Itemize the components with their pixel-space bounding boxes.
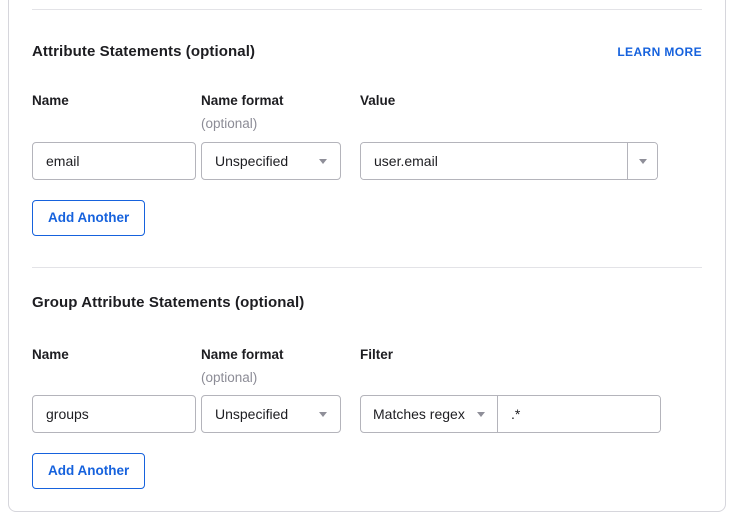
chevron-down-icon: [319, 412, 327, 417]
section-divider: [32, 267, 702, 268]
section-divider: [32, 9, 702, 10]
settings-page: Attribute Statements (optional) LEARN MO…: [0, 0, 737, 530]
attribute-name-input[interactable]: [32, 142, 196, 180]
attribute-value-dropdown-button[interactable]: [627, 143, 657, 179]
group-attribute-name-format-selected: Unspecified: [215, 406, 288, 422]
group-attribute-filter-combo: Matches regex: [360, 395, 661, 433]
attribute-value-input[interactable]: [361, 143, 627, 179]
attribute-labels-row: Name Name format (optional) Value: [32, 93, 702, 132]
learn-more-link[interactable]: LEARN MORE: [617, 42, 702, 62]
group-attribute-labels-row: Name Name format (optional) Filter: [32, 347, 702, 386]
group-attribute-statements-section: Group Attribute Statements (optional) Na…: [9, 293, 725, 489]
chevron-down-icon: [319, 159, 327, 164]
name-format-column-label: Name format: [201, 93, 341, 109]
group-attribute-statements-heading: Group Attribute Statements (optional): [32, 293, 304, 313]
group-attribute-name-format-select[interactable]: Unspecified: [201, 395, 341, 433]
chevron-down-icon: [477, 412, 485, 417]
attribute-value-combo: [360, 142, 658, 180]
attribute-name-format-select[interactable]: Unspecified: [201, 142, 341, 180]
name-format-optional-label: (optional): [201, 370, 341, 386]
name-column-label: Name: [32, 347, 196, 363]
attribute-statements-section: Attribute Statements (optional) LEARN MO…: [9, 42, 725, 236]
group-attribute-filter-type-selected: Matches regex: [373, 406, 465, 422]
attribute-statements-heading: Attribute Statements (optional): [32, 42, 255, 62]
group-attribute-filter-type-select[interactable]: Matches regex: [361, 396, 498, 432]
value-column-label: Value: [360, 93, 395, 109]
name-column-label: Name: [32, 93, 196, 109]
attribute-name-format-selected: Unspecified: [215, 153, 288, 169]
group-attribute-filter-expression-input[interactable]: [498, 396, 661, 432]
add-another-attribute-button[interactable]: Add Another: [32, 200, 145, 236]
add-another-group-attribute-button[interactable]: Add Another: [32, 453, 145, 489]
group-attribute-name-input[interactable]: [32, 395, 196, 433]
name-format-optional-label: (optional): [201, 116, 341, 132]
saml-settings-card: Attribute Statements (optional) LEARN MO…: [8, 0, 726, 512]
attribute-statement-row: Unspecified: [32, 142, 702, 180]
name-format-column-label: Name format: [201, 347, 341, 363]
filter-column-label: Filter: [360, 347, 393, 363]
group-attribute-statement-row: Unspecified Matches regex: [32, 395, 702, 433]
chevron-down-icon: [639, 159, 647, 164]
